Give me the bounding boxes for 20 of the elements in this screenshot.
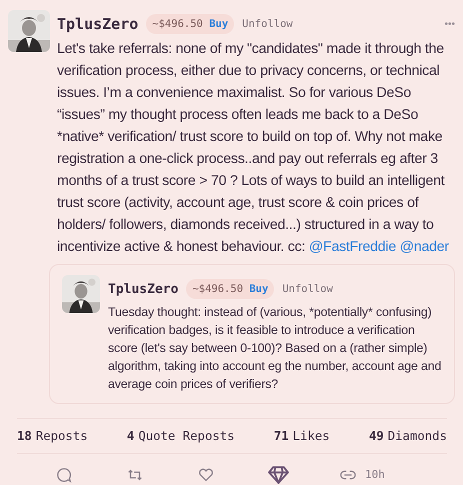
unfollow-link[interactable]: Unfollow: [282, 283, 333, 295]
post-text: Let's take referrals: none of my "candidates" made it through the verification process, either due to privacy concerns, or technical issues. I’m a convenience maximalist. So for various DeSo “issues” my thought process often leads me back to a DeSo *native* verification/ trust score to build on top of. Why not make registration a one-click process..and pay out referrals eg after 3 months of a trust score > 70 ? Lots of ways to build an intelligent trust score (activity, account age, trust score & coin prices of holders/ followers, diamonds received...) structured in a way to incentivize active & honest behaviour. cc: @FastFreddie @nader: [57, 40, 450, 257]
author-name[interactable]: TplusZero: [57, 15, 138, 33]
stat-count[interactable]: 18 Reposts: [17, 429, 88, 443]
heart-icon[interactable]: [197, 466, 215, 484]
stat-count[interactable]: 49 Diamonds: [368, 429, 447, 443]
quoted-post-text: Tuesday thought: instead of (various, *potentially* confusing) verification badges, is it feasible to introduce a verification score (let's say between 0-100)? Based on a (rather simple) algorithm, taking into account eg the number, account age and average coin prices of verifiers?: [108, 304, 442, 393]
quoted-post-card[interactable]: [49, 264, 455, 404]
stat-count[interactable]: 71 Likes: [274, 429, 330, 443]
more-menu-icon[interactable]: •••: [444, 18, 455, 30]
comment-icon[interactable]: [55, 466, 73, 484]
coin-price-badge[interactable]: ~$496.50 Buy: [146, 14, 234, 34]
unfollow-link[interactable]: Unfollow: [242, 18, 293, 30]
mention-link[interactable]: @FastFreddie: [308, 239, 396, 255]
diamond-icon[interactable]: [268, 464, 289, 485]
post-time: 10h: [365, 468, 385, 481]
mention-link[interactable]: @nader: [400, 239, 449, 255]
coin-price-badge[interactable]: ~$496.50 Buy: [186, 279, 274, 299]
author-name[interactable]: TplusZero: [108, 282, 178, 296]
stat-count[interactable]: 4 Quote Reposts: [126, 429, 235, 443]
